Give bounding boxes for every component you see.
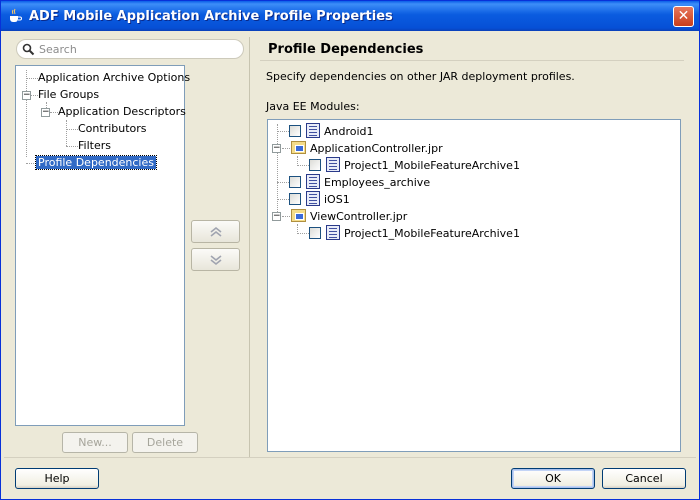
module-checkbox-project1-mobilefeaturearchive1-view[interactable] (309, 227, 321, 239)
panel-title: Profile Dependencies (268, 42, 424, 57)
footer-separator (4, 457, 696, 458)
tree-connector (297, 165, 309, 166)
tree-connector (277, 182, 289, 183)
java-ee-modules-tree[interactable]: Android1 − ApplicationController.jpr Pro… (267, 119, 681, 452)
panel-description: Specify dependencies on other JAR deploy… (266, 70, 575, 83)
dialog-window: ADF Mobile Application Archive Profile P… (0, 0, 700, 500)
collapse-icon[interactable]: − (22, 91, 31, 100)
double-chevron-down-icon (210, 255, 222, 266)
collapse-icon[interactable]: − (272, 212, 281, 221)
module-label: Project1_MobileFeatureArchive1 (344, 227, 520, 240)
java-cup-icon (10, 8, 22, 22)
module-label: ApplicationController.jpr (310, 142, 443, 155)
navigation-tree[interactable]: Application Archive Options − File Group… (15, 65, 190, 426)
jar-icon (306, 191, 320, 206)
project-folder-icon (291, 209, 306, 222)
tree-connector (277, 199, 289, 200)
delete-button[interactable]: Delete (132, 432, 198, 453)
search-input[interactable] (39, 42, 235, 56)
nav-item-application-descriptors[interactable]: Application Descriptors (56, 104, 188, 120)
tree-connector (282, 216, 290, 217)
nav-item-filters[interactable]: Filters (76, 138, 113, 154)
tree-connector (26, 70, 27, 157)
module-checkbox-android1[interactable] (289, 125, 301, 137)
module-checkbox-employees-archive[interactable] (289, 176, 301, 188)
search-box[interactable] (16, 39, 244, 59)
dialog-body: Application Archive Options − File Group… (4, 31, 696, 498)
tree-connector (277, 131, 289, 132)
project-folder-icon (291, 141, 306, 154)
window-title: ADF Mobile Application Archive Profile P… (29, 9, 393, 24)
move-down-button[interactable] (191, 248, 240, 271)
module-label: Android1 (324, 125, 374, 138)
close-button[interactable]: ✕ (673, 6, 694, 27)
double-chevron-up-icon (210, 226, 222, 237)
close-icon: ✕ (677, 8, 690, 24)
nav-item-application-archive-options[interactable]: Application Archive Options (36, 70, 192, 86)
tree-connector (66, 120, 67, 146)
jar-icon (306, 174, 320, 189)
nav-item-file-groups[interactable]: File Groups (36, 87, 101, 103)
nav-item-profile-dependencies[interactable]: Profile Dependencies (35, 155, 157, 171)
nav-item-contributors[interactable]: Contributors (76, 121, 149, 137)
module-label: Project1_MobileFeatureArchive1 (344, 159, 520, 172)
module-label: iOS1 (324, 193, 350, 206)
collapse-icon[interactable]: − (272, 144, 281, 153)
title-bar[interactable]: ADF Mobile Application Archive Profile P… (1, 1, 699, 31)
search-icon (22, 43, 35, 56)
module-label: ViewController.jpr (310, 210, 408, 223)
module-checkbox-project1-mobilefeaturearchive1[interactable] (309, 159, 321, 171)
new-button[interactable]: New... (62, 432, 128, 453)
help-button[interactable]: Help (15, 468, 99, 489)
module-label: Employees_archive (324, 176, 431, 189)
tree-connector (282, 148, 290, 149)
cancel-button[interactable]: Cancel (602, 468, 686, 489)
panel-splitter[interactable] (249, 37, 250, 457)
move-up-button[interactable] (191, 220, 240, 243)
jar-icon (326, 157, 340, 172)
modules-label: Java EE Modules: (266, 100, 360, 113)
collapse-icon[interactable]: − (41, 108, 50, 117)
panel-header: Profile Dependencies (260, 39, 684, 61)
jar-icon (326, 225, 340, 240)
tree-connector (297, 233, 309, 234)
ok-button[interactable]: OK (511, 468, 595, 489)
jar-icon (306, 123, 320, 138)
module-checkbox-ios1[interactable] (289, 193, 301, 205)
